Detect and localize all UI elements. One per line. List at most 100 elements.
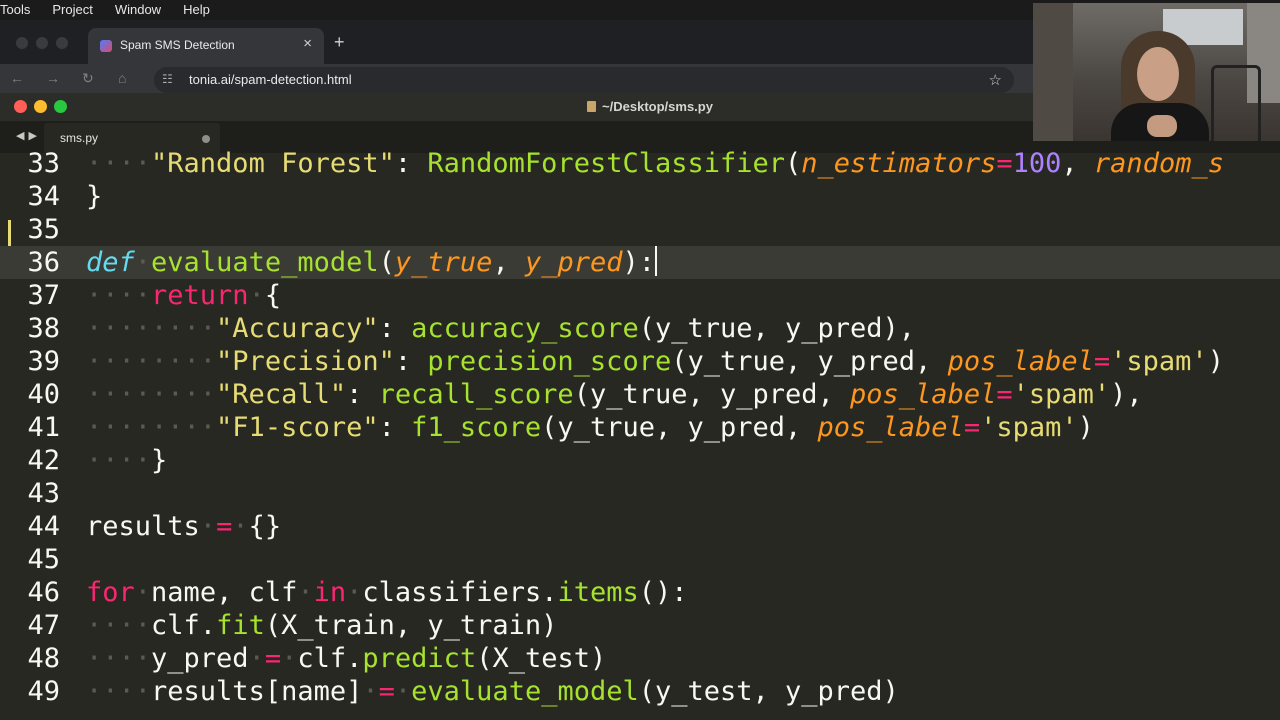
code-token: ·: [346, 577, 363, 608]
code-token: (X_train, y_train): [264, 610, 558, 641]
code-token: y_pred: [151, 643, 249, 674]
unsaved-dot-icon[interactable]: [202, 135, 210, 143]
reload-icon[interactable]: ↻: [82, 70, 94, 87]
code-line-text[interactable]: ····results[name]·=·evaluate_model(y_tes…: [86, 675, 899, 708]
code-token: ····: [86, 148, 152, 179]
code-line-33[interactable]: 33 ····"Random Forest": RandomForestClass…: [0, 147, 1280, 180]
tab-nav-arrows-icon[interactable]: ◀▶: [16, 129, 41, 142]
forward-arrow-icon[interactable]: →: [46, 70, 60, 86]
code-line-text[interactable]: ········"Accuracy": accuracy_score(y_tru…: [86, 312, 915, 345]
menu-tools[interactable]: Tools: [0, 0, 30, 20]
code-token: =: [963, 412, 981, 443]
code-line-38[interactable]: 38 ········"Accuracy": accuracy_score(y_t…: [0, 312, 1280, 345]
tab-close-icon[interactable]: ×: [303, 35, 312, 52]
code-token: name, clf: [151, 577, 298, 608]
code-area[interactable]: 33 ····"Random Forest": RandomForestClass…: [0, 148, 1280, 720]
line-number: 43: [27, 478, 60, 509]
code-token: evaluate_model: [151, 247, 379, 278]
code-token: "F1-score": [216, 412, 379, 443]
code-token: ·: [232, 511, 249, 542]
code-token: }: [151, 445, 168, 476]
code-line-44[interactable]: 44 results·=·{}: [0, 510, 1280, 543]
window-zoom-dim-icon[interactable]: [56, 37, 68, 49]
code-line-47[interactable]: 47 ····clf.fit(X_train, y_train): [0, 609, 1280, 642]
code-token: 'spam': [1012, 379, 1111, 410]
line-number: 45: [27, 544, 60, 575]
back-arrow-icon[interactable]: ←: [10, 70, 24, 86]
code-line-text[interactable]: ········"F1-score": f1_score(y_true, y_p…: [86, 411, 1094, 444]
code-line-36[interactable]: 36 def·evaluate_model(y_true, y_pred):: [0, 246, 1280, 279]
line-number: 46: [27, 577, 60, 608]
code-token: :: [378, 313, 412, 344]
code-token: "Random Forest": [151, 148, 395, 179]
code-token: }: [86, 181, 103, 212]
code-token: ····: [86, 676, 152, 707]
code-token: in: [313, 577, 347, 608]
code-line-46[interactable]: 46 for·name, clf·in·classifiers.items():: [0, 576, 1280, 609]
code-token: {: [264, 280, 282, 311]
code-line-34[interactable]: 34}: [0, 180, 1280, 213]
home-icon[interactable]: ⌂: [118, 70, 126, 86]
code-token: :: [378, 412, 412, 443]
address-bar[interactable]: ☷ tonia.ai/spam-detection.html ☆: [154, 67, 1014, 93]
code-token: (: [378, 247, 395, 278]
address-bar-url[interactable]: tonia.ai/spam-detection.html: [189, 72, 352, 87]
code-token: ·: [248, 643, 265, 674]
presenter-hands: [1147, 115, 1177, 137]
code-token: n_estimators: [801, 148, 997, 179]
code-token: ): [1077, 412, 1094, 443]
code-line-48[interactable]: 48 ····y_pred·=·clf.predict(X_test): [0, 642, 1280, 675]
code-line-text[interactable]: ····"Random Forest": RandomForestClassif…: [86, 147, 1224, 180]
line-number: 40: [27, 379, 60, 410]
code-token: 'spam': [980, 412, 1078, 443]
webcam-background-shelf: [1033, 3, 1073, 141]
code-token: ,: [492, 247, 525, 278]
code-token: :: [394, 346, 428, 377]
code-line-text[interactable]: ········"Precision": precision_score(y_t…: [86, 345, 1224, 378]
code-line-41[interactable]: 41 ········"F1-score": f1_score(y_true, y…: [0, 411, 1280, 444]
code-line-text[interactable]: def·evaluate_model(y_true, y_pred):: [86, 246, 658, 279]
code-line-text[interactable]: results·=·{}: [86, 510, 281, 543]
code-line-37[interactable]: 37 ····return·{: [0, 279, 1280, 312]
site-info-icon[interactable]: ☷: [162, 72, 173, 86]
code-token: =: [378, 676, 395, 707]
code-line-text[interactable]: ····clf.fit(X_train, y_train): [86, 609, 557, 642]
menu-project[interactable]: Project: [52, 0, 92, 20]
code-line-43[interactable]: 43: [0, 477, 1280, 510]
code-line-49[interactable]: 49 ····results[name]·=·evaluate_model(y_t…: [0, 675, 1280, 708]
code-line-45[interactable]: 45: [0, 543, 1280, 576]
line-number: 41: [27, 412, 60, 443]
code-token: def: [86, 247, 135, 278]
menu-help[interactable]: Help: [183, 0, 210, 20]
code-line-39[interactable]: 39 ········"Precision": precision_score(y…: [0, 345, 1280, 378]
new-tab-icon[interactable]: +: [334, 32, 345, 53]
line-number: 47: [27, 610, 60, 641]
code-line-text[interactable]: ········"Recall": recall_score(y_true, y…: [86, 378, 1143, 411]
code-line-text[interactable]: for·name, clf·in·classifiers.items():: [86, 576, 688, 609]
code-line-40[interactable]: 40 ········"Recall": recall_score(y_true,…: [0, 378, 1280, 411]
window-close-dim-icon[interactable]: [16, 37, 28, 49]
window-minimize-dim-icon[interactable]: [36, 37, 48, 49]
line-number: 48: [27, 643, 60, 674]
code-token: =: [216, 511, 233, 542]
presenter-face: [1137, 47, 1179, 101]
code-token: ····: [86, 280, 152, 311]
code-line-text[interactable]: ····}: [86, 444, 167, 477]
code-token: ········: [86, 379, 217, 410]
code-token: f1_score: [411, 412, 542, 443]
code-token: (y_test, y_pred): [638, 676, 899, 707]
presenter-webcam-overlay: [1033, 3, 1280, 141]
code-token: =: [264, 643, 282, 674]
code-token: {}: [248, 511, 282, 542]
browser-tab-spam-detection[interactable]: Spam SMS Detection ×: [88, 28, 324, 64]
code-line-text[interactable]: ····return·{: [86, 279, 281, 312]
code-token: predict: [362, 643, 477, 674]
menu-window[interactable]: Window: [115, 0, 161, 20]
code-line-text[interactable]: }: [86, 180, 102, 213]
code-line-35[interactable]: 35: [0, 213, 1280, 246]
code-token: results: [86, 511, 200, 542]
code-line-text[interactable]: ····y_pred·=·clf.predict(X_test): [86, 642, 606, 675]
code-line-42[interactable]: 42 ····}: [0, 444, 1280, 477]
code-token: classifiers.: [362, 577, 558, 608]
bookmark-star-icon[interactable]: ☆: [989, 71, 1002, 89]
